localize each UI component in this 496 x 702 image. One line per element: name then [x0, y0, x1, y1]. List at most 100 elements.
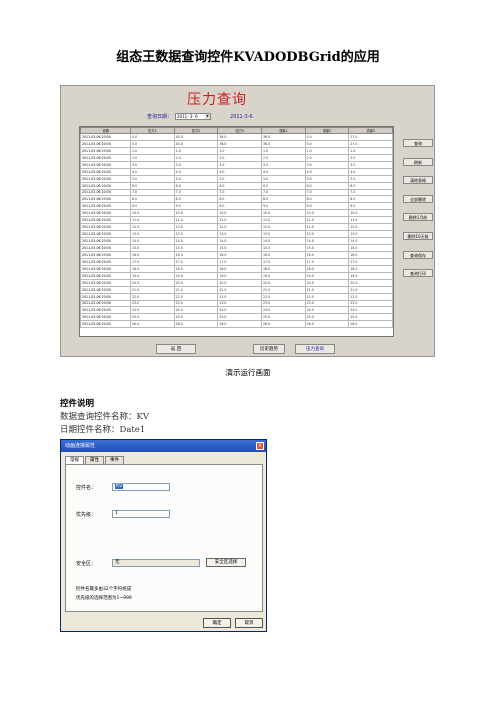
table-row[interactable]: 2011-03-06 20:00 9.0 9.0 9.0 9.0 9.0 9.0	[80, 202, 393, 211]
table-row[interactable]: 2011-03-06 20:00 5.0 5.0 5.0 5.0 5.0 5.0	[80, 174, 393, 183]
table-row[interactable]: 2011-03-06 20:00 21.0 21.0 21.0 21.0 21.0 21.0	[80, 285, 393, 294]
grid-cell: 2011-03-06 20:00	[80, 133, 131, 141]
grid-cell: 25.0	[304, 313, 350, 322]
ok-button[interactable]: 确定	[203, 618, 231, 628]
date-control-name: 日期控件名称：Date1	[60, 425, 146, 435]
grid-cell: 6.0	[130, 181, 175, 190]
grid-cell: 13.0	[217, 230, 262, 239]
side-button-panel: 查询刷新清除表格全部删除删除1月前删除10天前 查询保存查询打印	[403, 139, 433, 288]
grid-cell: 2011-03-06 20:00	[80, 313, 131, 322]
grid-table: 日期 压力1 压力2 压力3 流量1 流量2 流量3 2011-03-06 20:00 0.0…	[80, 127, 393, 329]
priority-input[interactable]: 1	[112, 510, 170, 518]
grid-cell: 23.0	[260, 299, 306, 308]
grid-cell: 25.0	[130, 313, 175, 322]
grid-cell: 19.0	[304, 271, 350, 280]
tab-general[interactable]: 常规	[65, 456, 84, 464]
name-value: KV	[115, 484, 124, 489]
grid-cell: 15.0	[217, 244, 262, 252]
grid-cell: 21.0	[260, 285, 306, 294]
refresh-button[interactable]: 刷新	[403, 157, 433, 166]
grid-cell: 12.0	[260, 223, 306, 232]
security-select-button[interactable]: 安全区选择	[206, 558, 246, 567]
grid-cell: 9.0	[260, 202, 306, 211]
tab-events[interactable]: 事件	[105, 456, 124, 464]
table-row[interactable]: 2011-03-06 20:00 6.0 6.0 6.0 6.0 6.0 6.0	[80, 181, 393, 190]
table-row[interactable]: 2011-03-06 20:00 24.0 24.0 24.0 24.0 24.0 24.0	[80, 306, 393, 315]
grid-cell: 24.0	[304, 306, 350, 315]
query-print-button[interactable]: 查询打印	[403, 269, 433, 278]
grid-cell: 18.0	[217, 264, 262, 273]
table-row[interactable]: 2011-03-06 20:00 7.0 7.0 7.0 7.0 7.0 7.0	[80, 188, 393, 197]
grid-cell: 25.0	[260, 313, 306, 322]
grid-cell: 2011-03-06 20:00	[80, 160, 131, 169]
return-button[interactable]: 返 回	[156, 344, 196, 354]
delete-all-button[interactable]: 全部删除	[403, 194, 433, 203]
grid-cell: 1.0	[217, 146, 262, 155]
table-row[interactable]: 2011-03-06 20:00 17.0 17.0 17.0 17.0 17.0 17.0	[80, 257, 393, 266]
chevron-down-icon[interactable]: ▼	[205, 114, 211, 119]
delete-10-days-button[interactable]: 删除10天前	[403, 231, 433, 240]
table-row[interactable]: 2011-03-06 20:00 15.0 15.0 15.0 15.0 15.0 15.0	[80, 244, 393, 252]
priority-label: 优先级：	[76, 511, 97, 518]
grid-cell: 3.0	[217, 160, 262, 169]
grid-cell: 1.0	[130, 146, 175, 155]
grid-cell: 15.0	[348, 244, 393, 252]
name-length-note: 控件名最多由32个字符组成	[76, 587, 132, 592]
close-icon[interactable]: ×	[256, 442, 264, 450]
grid-cell: 11.0	[173, 216, 219, 225]
table-row[interactable]: 2011-03-06 20:00 4.0 4.0 4.0 4.0 4.0 4.0	[80, 167, 393, 176]
grid-cell: 21.0	[217, 285, 262, 294]
tab-properties[interactable]: 属性	[85, 456, 104, 464]
name-input[interactable]: KV	[112, 483, 170, 491]
table-row[interactable]: 2011-03-06 20:00 2.0 2.0 2.0 2.0 2.0 2.0	[80, 153, 393, 162]
table-row[interactable]: 2011-03-06 20:00 12.0 12.0 12.0 12.0 12.0 12.0	[80, 223, 393, 232]
table-row[interactable]: 2011-03-06 20:00 11.0 11.0 11.0 11.0 11.0 11.0	[80, 216, 393, 225]
grid-cell: 13.0	[260, 230, 306, 239]
dialog-panel: 控件名： KV 优先级： 1 安全区： 无 安全区选择 控件名最多由32个字符组…	[65, 464, 263, 612]
grid-cell: 25.0	[348, 313, 393, 322]
pressure-query-button[interactable]: 压力查询	[295, 344, 335, 354]
table-row[interactable]: 2011-03-06 20:00 26.0 26.0 26.0 26.0 26.0 26.0	[80, 320, 393, 329]
app-title: 压力查询	[187, 92, 247, 108]
clear-table-button[interactable]: 清除表格	[403, 176, 433, 185]
table-row[interactable]: 2011-03-06 20:00 16.0 16.0 16.0 16.0 16.0 16.0	[80, 250, 393, 259]
table-row[interactable]: 2011-03-06 20:00 0.0 40.0 36.0 36.0 0.0 27.0	[80, 139, 393, 148]
table-row[interactable]: 2011-03-06 20:00 14.0 14.0 14.0 14.0 14.0 14.0	[80, 237, 393, 245]
delete-month-ago-button[interactable]: 删除1月前	[403, 213, 433, 222]
cancel-button[interactable]: 取消	[235, 618, 263, 628]
grid-cell: 2011-03-06 20:00	[80, 320, 131, 329]
grid-cell: 26.0	[217, 320, 262, 329]
date-picker[interactable]: 2011- 3- 6 ▼	[175, 113, 212, 120]
grid-cell: 21.0	[348, 285, 393, 294]
table-row[interactable]: 2011-03-06 20:00 22.0 22.0 22.0 22.0 22.0 22.0	[80, 292, 393, 301]
grid-cell: 2.0	[304, 153, 350, 162]
grid-cell: 21.0	[304, 285, 350, 294]
grid-cell: 16.0	[173, 250, 219, 259]
grid-cell: 10.0	[173, 209, 219, 218]
grid-cell: 5.0	[304, 174, 350, 183]
table-row[interactable]: 2011-03-06 20:00 0.0 40.0 36.0 36.0 0.0 27.0	[80, 133, 393, 141]
table-row[interactable]: 2011-03-06 20:00 25.0 25.0 25.0 25.0 25.0 25.0	[80, 313, 393, 322]
table-row[interactable]: 2011-03-06 20:00 20.0 20.0 20.0 20.0 20.0 20.0	[80, 278, 393, 287]
grid-cell: 12.0	[130, 223, 175, 232]
grid-cell: 7.0	[217, 188, 262, 197]
table-row[interactable]: 2011-03-06 20:00 19.0 19.0 19.0 19.0 19.0 19.0	[80, 271, 393, 280]
table-row[interactable]: 2011-03-06 20:00 1.0 1.0 1.0 1.0 1.0 1.0	[80, 146, 393, 155]
query-save-button[interactable]: 查询保存	[403, 250, 433, 259]
grid-cell: 2011-03-06 20:00	[80, 146, 131, 155]
table-row[interactable]: 2011-03-06 20:00 8.0 8.0 8.0 8.0 8.0 8.0	[80, 195, 393, 204]
grid-cell: 18.0	[348, 264, 393, 273]
query-button[interactable]: 查询	[403, 139, 433, 147]
grid-cell: 2011-03-06 20:00	[80, 237, 131, 245]
grid-cell: 2011-03-06 20:00	[80, 306, 131, 315]
data-grid[interactable]: 日期 压力1 压力2 压力3 流量1 流量2 流量3 2011-03-06 20:00 0.0…	[79, 126, 394, 337]
table-row[interactable]: 2011-03-06 20:00 23.0 23.0 23.0 23.0 23.0 23.0	[80, 299, 393, 308]
table-row[interactable]: 2011-03-06 20:00 10.0 10.0 10.0 10.0 10.0 10.0	[80, 209, 393, 218]
history-trend-button[interactable]: 历史趋势	[253, 344, 285, 354]
grid-cell: 11.0	[348, 216, 393, 225]
table-row[interactable]: 2011-03-06 20:00 13.0 13.0 13.0 13.0 13.0 13.0	[80, 230, 393, 239]
grid-cell: 5.0	[130, 174, 175, 183]
table-row[interactable]: 2011-03-06 20:00 18.0 18.0 18.0 18.0 18.0 18.0	[80, 264, 393, 273]
grid-cell: 9.0	[130, 202, 175, 211]
table-row[interactable]: 2011-03-06 20:00 3.0 3.0 3.0 3.0 3.0 3.0	[80, 160, 393, 169]
